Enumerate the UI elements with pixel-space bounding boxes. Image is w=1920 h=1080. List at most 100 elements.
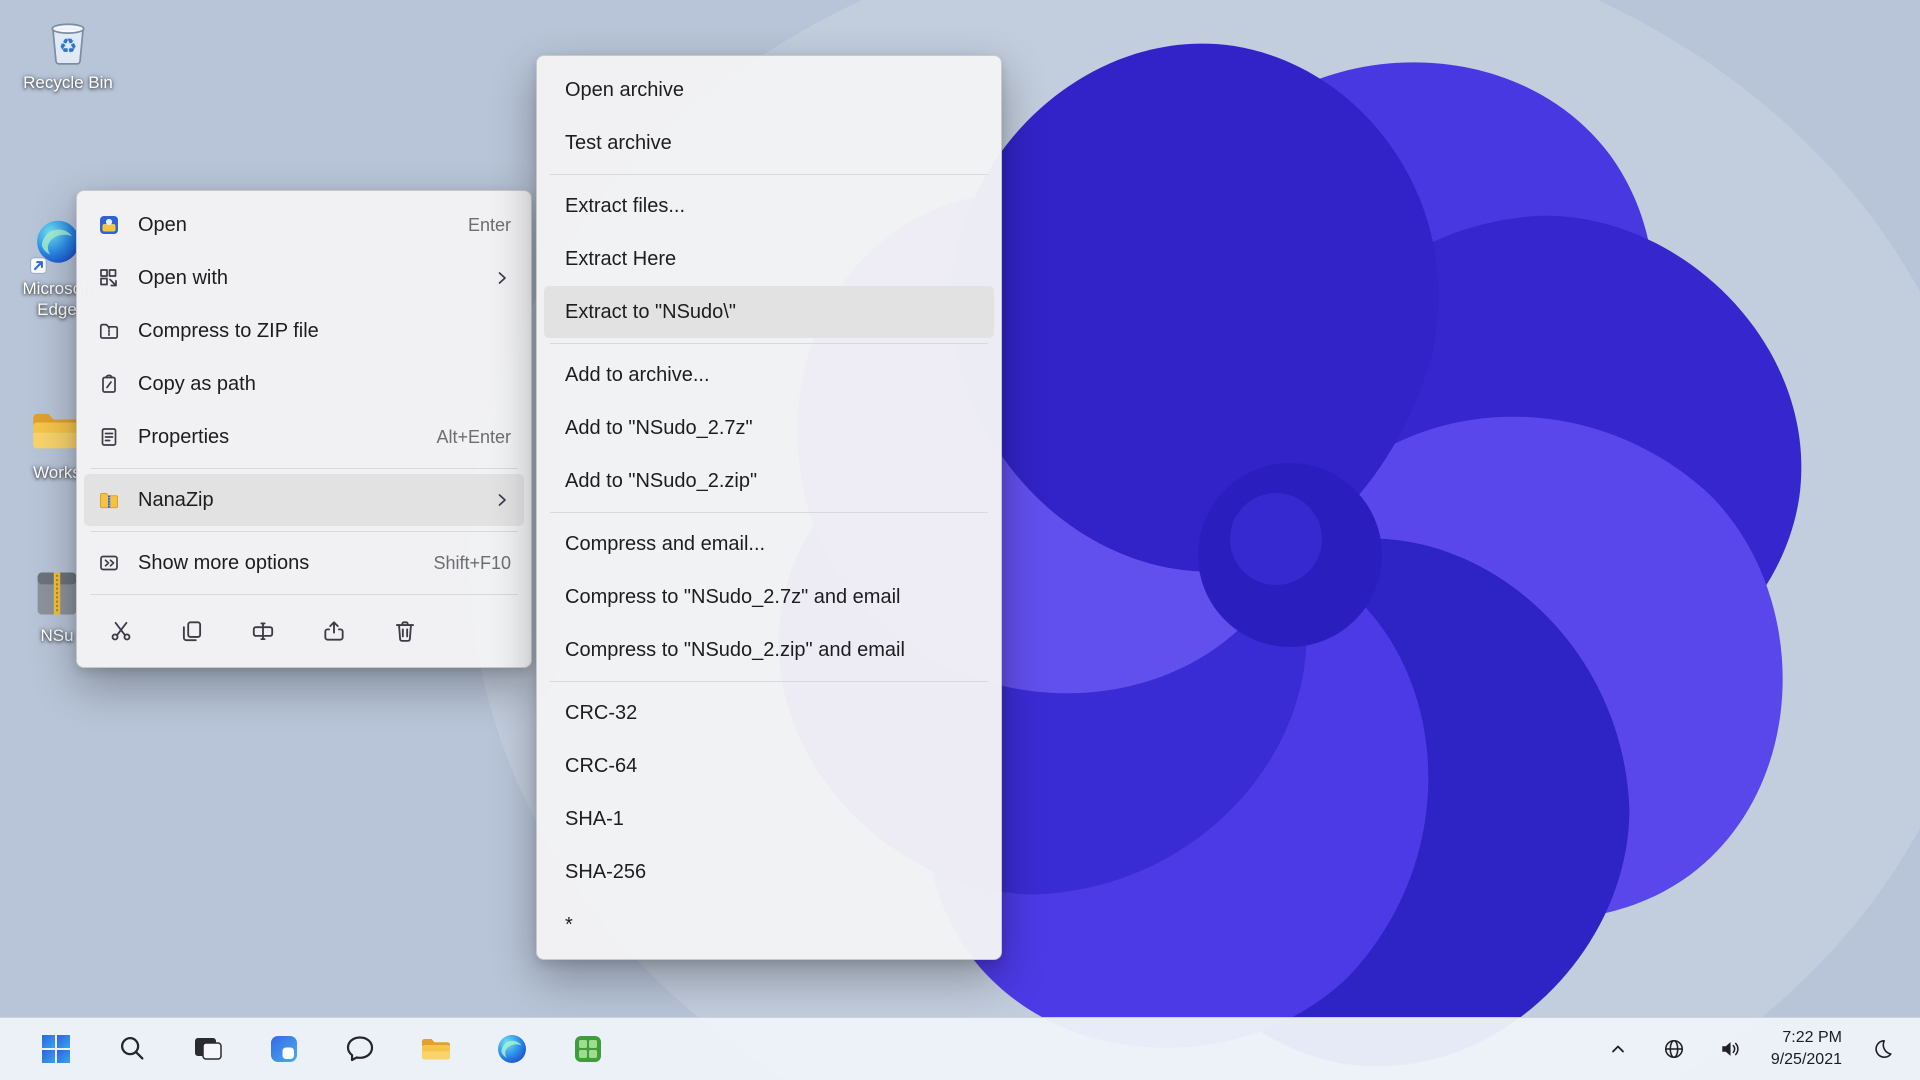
windows-logo-icon bbox=[42, 1035, 70, 1063]
taskbar: 7:22 PM 9/25/2021 bbox=[0, 1017, 1920, 1080]
submenu-item-label: Extract to "NSudo\" bbox=[565, 300, 736, 323]
menu-item-label: Show more options bbox=[138, 551, 310, 574]
file-explorer-icon bbox=[422, 1039, 450, 1060]
menu-item-nanazip[interactable]: NanaZip bbox=[84, 474, 524, 526]
properties-icon bbox=[97, 425, 121, 449]
chat-button[interactable] bbox=[336, 1025, 384, 1073]
submenu-item-wildcard[interactable]: * bbox=[544, 899, 994, 951]
menu-item-label: Properties bbox=[138, 425, 230, 448]
submenu-item-label: Test archive bbox=[565, 131, 672, 154]
submenu-item-label: * bbox=[565, 913, 573, 936]
open-with-icon bbox=[97, 266, 121, 290]
submenu-item-label: Compress to "NSudo_2.7z" and email bbox=[565, 585, 901, 608]
globe-network-icon bbox=[1664, 1039, 1683, 1059]
system-tray: 7:22 PM 9/25/2021 bbox=[1597, 1025, 1920, 1072]
chevron-up-icon bbox=[1611, 1045, 1624, 1053]
context-menu: Open Enter Open with Compress to ZIP fil… bbox=[76, 190, 532, 668]
submenu-item-add-to-zip[interactable]: Add to "NSudo_2.zip" bbox=[544, 455, 994, 507]
submenu-item-label: SHA-256 bbox=[565, 860, 647, 883]
submenu-item-add-to-7z[interactable]: Add to "NSudo_2.7z" bbox=[544, 402, 994, 454]
recycle-bin-icon: ♻ bbox=[51, 23, 85, 65]
quick-command-row bbox=[77, 600, 531, 660]
hidden-icons-button[interactable] bbox=[1597, 1027, 1639, 1071]
green-grid-app-icon bbox=[575, 1036, 601, 1062]
edge-icon bbox=[498, 1035, 526, 1063]
delete-icon[interactable] bbox=[383, 609, 427, 653]
menu-item-label: Open bbox=[138, 213, 187, 236]
submenu-item-sha1[interactable]: SHA-1 bbox=[544, 793, 994, 845]
nanazip-submenu: Open archive Test archive Extract files.… bbox=[536, 55, 1002, 960]
submenu-item-compress-and-email[interactable]: Compress and email... bbox=[544, 518, 994, 570]
network-button[interactable] bbox=[1653, 1027, 1695, 1071]
search-button[interactable] bbox=[108, 1025, 156, 1073]
clock-date: 9/25/2021 bbox=[1770, 1051, 1842, 1068]
menu-separator bbox=[550, 174, 988, 175]
submenu-item-label: Open archive bbox=[565, 78, 684, 101]
menu-item-shortcut: Enter bbox=[467, 214, 511, 235]
submenu-item-compress-zip-email[interactable]: Compress to "NSudo_2.zip" and email bbox=[544, 624, 994, 676]
widgets-icon bbox=[271, 1036, 297, 1062]
desktop-icon-recycle-bin[interactable]: ♻ Recycle Bin bbox=[16, 12, 120, 94]
menu-separator bbox=[550, 681, 988, 682]
submenu-item-add-to-archive[interactable]: Add to archive... bbox=[544, 349, 994, 401]
menu-item-shortcut: Shift+F10 bbox=[433, 552, 511, 573]
submenu-item-compress-7z-email[interactable]: Compress to "NSudo_2.7z" and email bbox=[544, 571, 994, 623]
menu-item-properties[interactable]: Properties Alt+Enter bbox=[84, 411, 524, 463]
chevron-right-icon bbox=[493, 269, 511, 287]
chevron-right-icon bbox=[493, 491, 511, 509]
taskbar-clock[interactable]: 7:22 PM 9/25/2021 bbox=[1765, 1025, 1848, 1072]
menu-item-open-with[interactable]: Open with bbox=[84, 252, 524, 304]
edge-button[interactable] bbox=[488, 1025, 536, 1073]
submenu-item-label: SHA-1 bbox=[565, 807, 624, 830]
submenu-item-crc64[interactable]: CRC-64 bbox=[544, 740, 994, 792]
cut-icon[interactable] bbox=[99, 609, 143, 653]
menu-separator bbox=[550, 512, 988, 513]
submenu-item-label: Add to "NSudo_2.7z" bbox=[565, 416, 753, 439]
desktop-icon-label: Works bbox=[33, 463, 81, 482]
focus-assist-button[interactable] bbox=[1862, 1027, 1904, 1071]
menu-item-open[interactable]: Open Enter bbox=[84, 199, 524, 251]
menu-item-label: NanaZip bbox=[138, 488, 214, 511]
start-button[interactable] bbox=[32, 1025, 80, 1073]
speaker-icon bbox=[1722, 1042, 1739, 1056]
submenu-item-label: Extract files... bbox=[565, 194, 686, 217]
menu-item-show-more-options[interactable]: Show more options Shift+F10 bbox=[84, 537, 524, 589]
task-view-button[interactable] bbox=[184, 1025, 232, 1073]
submenu-item-label: Add to "NSudo_2.zip" bbox=[565, 469, 758, 492]
menu-separator bbox=[90, 468, 518, 469]
nanazip-icon bbox=[97, 488, 121, 512]
submenu-item-label: CRC-32 bbox=[565, 701, 638, 724]
menu-item-compress-zip[interactable]: Compress to ZIP file bbox=[84, 305, 524, 357]
submenu-item-extract-to[interactable]: Extract to "NSudo\" bbox=[544, 286, 994, 338]
task-view-icon bbox=[195, 1038, 222, 1060]
submenu-item-crc32[interactable]: CRC-32 bbox=[544, 687, 994, 739]
share-icon[interactable] bbox=[312, 609, 356, 653]
submenu-item-label: Add to archive... bbox=[565, 363, 710, 386]
submenu-item-label: Compress to "NSudo_2.zip" and email bbox=[565, 638, 905, 661]
menu-item-shortcut: Alt+Enter bbox=[436, 426, 511, 447]
green-grid-app-button[interactable] bbox=[564, 1025, 612, 1073]
volume-button[interactable] bbox=[1709, 1027, 1751, 1071]
submenu-item-test-archive[interactable]: Test archive bbox=[544, 117, 994, 169]
menu-separator bbox=[90, 531, 518, 532]
submenu-item-sha256[interactable]: SHA-256 bbox=[544, 846, 994, 898]
menu-item-label: Copy as path bbox=[138, 372, 256, 395]
search-icon bbox=[120, 1037, 144, 1060]
zip-folder-icon bbox=[97, 319, 121, 343]
desktop-icon-label: NSu bbox=[40, 626, 74, 645]
file-explorer-button[interactable] bbox=[412, 1025, 460, 1073]
submenu-item-extract-files[interactable]: Extract files... bbox=[544, 180, 994, 232]
rename-icon[interactable] bbox=[241, 609, 285, 653]
submenu-item-open-archive[interactable]: Open archive bbox=[544, 64, 994, 116]
svg-text:♻: ♻ bbox=[59, 35, 77, 58]
menu-item-label: Compress to ZIP file bbox=[138, 319, 319, 342]
open-app-icon bbox=[97, 213, 121, 237]
submenu-item-extract-here[interactable]: Extract Here bbox=[544, 233, 994, 285]
submenu-item-label: Compress and email... bbox=[565, 532, 766, 555]
submenu-item-label: CRC-64 bbox=[565, 754, 638, 777]
menu-item-copy-as-path[interactable]: Copy as path bbox=[84, 358, 524, 410]
copy-icon[interactable] bbox=[170, 609, 214, 653]
show-more-icon bbox=[97, 551, 121, 575]
widgets-button[interactable] bbox=[260, 1025, 308, 1073]
menu-separator bbox=[90, 594, 518, 595]
